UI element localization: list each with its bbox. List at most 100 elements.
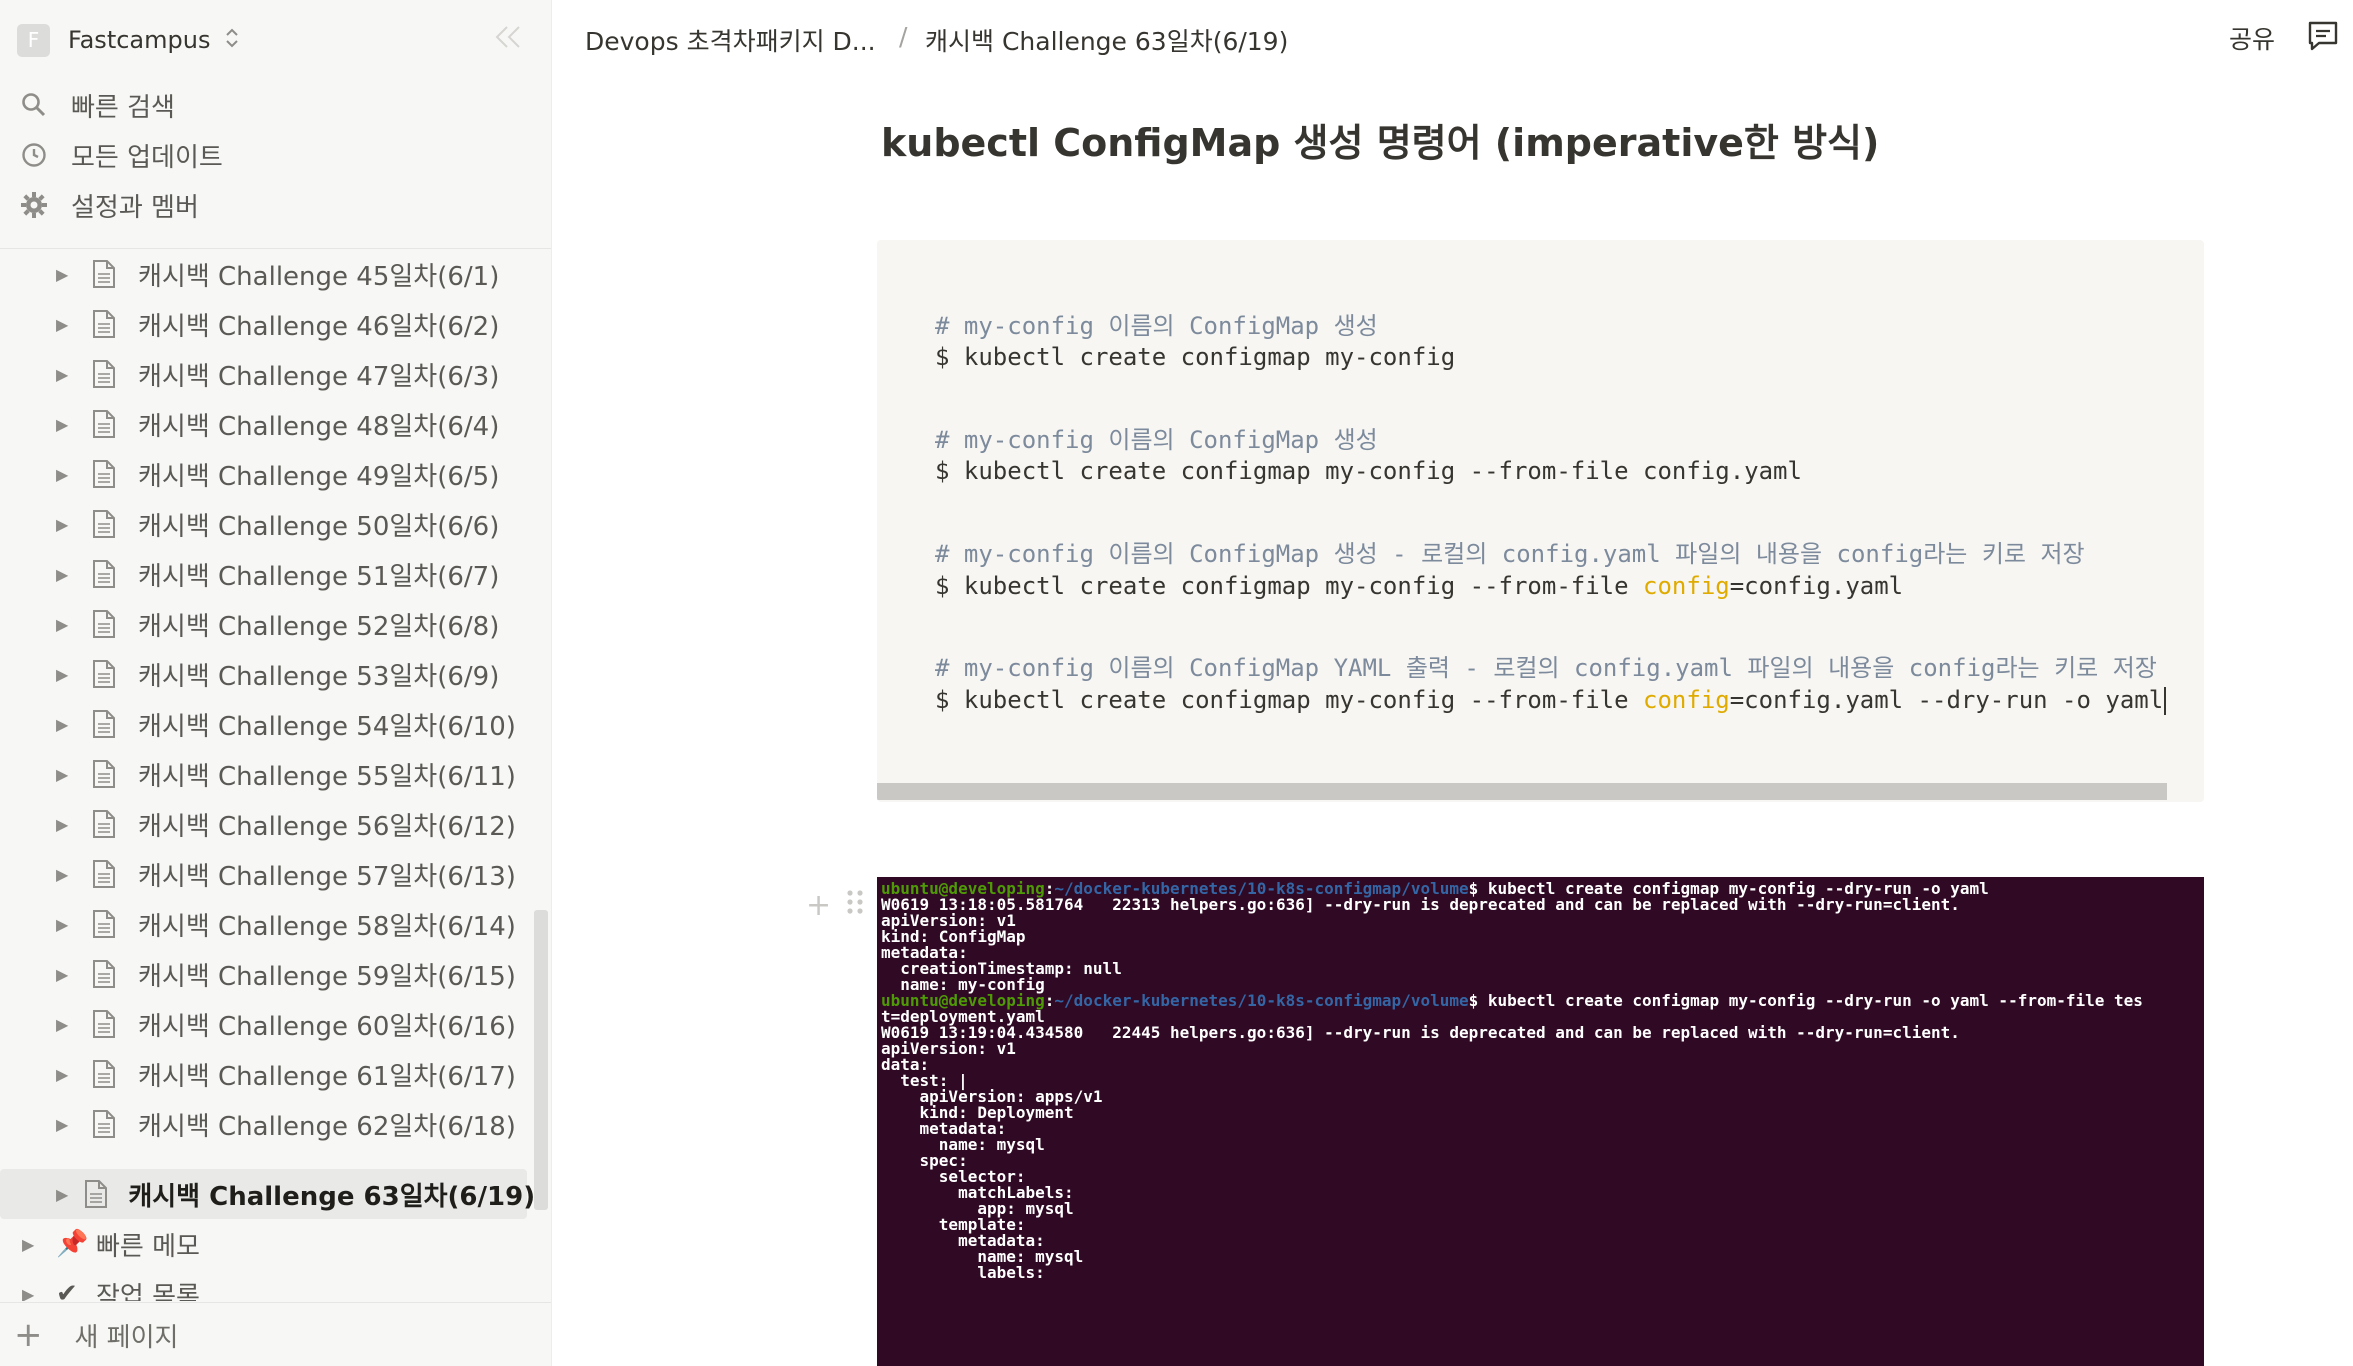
workspace-avatar: F <box>17 23 50 57</box>
page-item[interactable]: ▶ 캐시백 Challenge 47일차(6/3) <box>0 349 527 399</box>
page-item-label: 캐시백 Challenge 46일차(6/2) <box>138 311 500 342</box>
expand-caret-icon[interactable]: ▶ <box>56 365 76 384</box>
code-keyword: config <box>1643 572 1730 600</box>
expand-caret-icon[interactable]: ▶ <box>56 565 76 584</box>
page-item[interactable]: ▶ 캐시백 Challenge 49일차(6/5) <box>0 449 527 499</box>
page-item[interactable]: ▶ 캐시백 Challenge 45일차(6/1) <box>0 249 527 299</box>
page-item[interactable]: ▶ 캐시백 Challenge 55일차(6/11) <box>0 749 527 799</box>
share-button[interactable]: 공유 <box>2229 20 2275 56</box>
sidebar: F Fastcampus 빠른 검색 모든 업데이트 설정과 멤버 ▶ 캐시백 … <box>0 0 552 1366</box>
new-page-label: 새 페이지 <box>74 1322 179 1353</box>
page-item[interactable]: ▶ 캐시백 Challenge 56일차(6/12) <box>0 799 527 849</box>
code-line: $ kubectl create configmap my-config --f… <box>935 572 1903 600</box>
terminal-command: $ kubectl create configmap my-config --d… <box>1468 991 2143 1010</box>
expand-caret-icon[interactable]: ▶ <box>56 315 76 334</box>
page-item-label: 캐시백 Challenge 53일차(6/9) <box>138 661 500 692</box>
expand-caret-icon[interactable]: ▶ <box>56 665 76 684</box>
page-item-label: 캐시백 Challenge 63일차(6/19) <box>128 1181 536 1212</box>
page-item-label: 캐시백 Challenge 60일차(6/16) <box>138 1011 516 1042</box>
document-icon <box>92 509 118 539</box>
page-item-label: 캐시백 Challenge 56일차(6/12) <box>138 811 516 842</box>
add-block-icon[interactable]: + <box>806 888 831 923</box>
expand-caret-icon[interactable]: ▶ <box>56 1065 76 1084</box>
page-item[interactable]: ▶ 캐시백 Challenge 46일차(6/2) <box>0 299 527 349</box>
document-icon <box>92 1009 118 1039</box>
page-item[interactable]: ▶ 캐시백 Challenge 48일차(6/4) <box>0 399 527 449</box>
document-icon <box>92 459 118 489</box>
terminal-output-line: W0619 13:19:04.434580 22445 helpers.go:6… <box>881 1023 1960 1042</box>
chevron-updown-icon <box>224 26 240 55</box>
collapse-sidebar-icon[interactable] <box>493 24 523 57</box>
page-item[interactable]: ▶ 캐시백 Challenge 57일차(6/13) <box>0 849 527 899</box>
settings-members-item[interactable]: 설정과 멤버 <box>0 180 551 230</box>
workspace-switcher[interactable]: F Fastcampus <box>0 0 551 80</box>
expand-caret-icon[interactable]: ▶ <box>22 1285 42 1302</box>
document-icon <box>92 759 118 789</box>
code-block[interactable]: # my-config 이름의 ConfigMap 생성 $ kubectl c… <box>877 240 2204 802</box>
page-item[interactable]: ▶ 캐시백 Challenge 50일차(6/6) <box>0 499 527 549</box>
page-item[interactable]: ▶ 캐시백 Challenge 58일차(6/14) <box>0 899 527 949</box>
drag-handle-icon[interactable] <box>846 888 864 920</box>
sidebar-menu: 빠른 검색 모든 업데이트 설정과 멤버 <box>0 80 551 230</box>
code-horizontal-scrollbar[interactable] <box>877 783 2167 800</box>
text-cursor <box>2164 687 2167 715</box>
breadcrumb-separator: / <box>899 22 908 51</box>
expand-caret-icon[interactable]: ▶ <box>56 865 76 884</box>
page-item[interactable]: ▶ 캐시백 Challenge 59일차(6/15) <box>0 949 527 999</box>
root-page-item[interactable]: ▶ ✔ 작업 목록 <box>0 1269 527 1301</box>
expand-caret-icon[interactable]: ▶ <box>56 265 76 284</box>
expand-caret-icon[interactable]: ▶ <box>56 415 76 434</box>
expand-caret-icon[interactable]: ▶ <box>56 915 76 934</box>
expand-caret-icon[interactable]: ▶ <box>56 965 76 984</box>
page-item[interactable]: ▶ 캐시백 Challenge 54일차(6/10) <box>0 699 527 749</box>
settings-members-label: 설정과 멤버 <box>71 192 199 223</box>
document-icon <box>92 909 118 939</box>
expand-caret-icon[interactable]: ▶ <box>56 765 76 784</box>
page-item[interactable]: ▶ 캐시백 Challenge 61일차(6/17) <box>0 1049 527 1099</box>
expand-caret-icon[interactable]: ▶ <box>56 465 76 484</box>
code-text: =config.yaml --dry-run -o yaml <box>1729 686 2164 714</box>
expand-caret-icon[interactable]: ▶ <box>56 1015 76 1034</box>
code-line: $ kubectl create configmap my-config --f… <box>935 686 2167 715</box>
document-icon <box>92 409 118 439</box>
expand-caret-icon[interactable]: ▶ <box>56 1185 68 1204</box>
page-item-label: 캐시백 Challenge 49일차(6/5) <box>138 461 500 492</box>
expand-caret-icon[interactable]: ▶ <box>22 1235 42 1254</box>
code-text: $ kubectl create configmap my-config --f… <box>935 686 1644 714</box>
terminal-screenshot-image: ubuntu@developing:~/docker-kubernetes/10… <box>877 877 2204 1366</box>
page-item-label: 캐시백 Challenge 61일차(6/17) <box>138 1061 516 1092</box>
document-icon <box>92 709 118 739</box>
page-item[interactable]: ▶ 캐시백 Challenge 52일차(6/8) <box>0 599 527 649</box>
new-page-button[interactable]: + 새 페이지 <box>0 1302 551 1366</box>
breadcrumb-current[interactable]: 캐시백 Challenge 63일차(6/19) <box>925 22 1288 58</box>
sidebar-scrollbar-thumb[interactable] <box>534 910 548 1210</box>
terminal-colon: : <box>1044 991 1055 1010</box>
quick-search-item[interactable]: 빠른 검색 <box>0 80 551 130</box>
task-list-label: 작업 목록 <box>96 1281 200 1302</box>
page-item-active[interactable]: ▶ 캐시백 Challenge 63일차(6/19) <box>0 1169 535 1219</box>
expand-caret-icon[interactable]: ▶ <box>56 815 76 834</box>
comment-icon[interactable] <box>2305 18 2341 58</box>
page-item[interactable]: ▶ 캐시백 Challenge 53일차(6/9) <box>0 649 527 699</box>
expand-caret-icon[interactable]: ▶ <box>56 515 76 534</box>
page-item[interactable]: ▶ 캐시백 Challenge 60일차(6/16) <box>0 999 527 1049</box>
code-comment: # my-config 이름의 ConfigMap 생성 <box>935 426 1378 454</box>
search-icon <box>17 88 51 122</box>
document-icon <box>92 259 118 289</box>
document-icon <box>92 559 118 589</box>
document-icon <box>92 309 118 339</box>
breadcrumb-parent[interactable]: Devops 초격차패키지 D... <box>585 22 876 58</box>
terminal-output-line: W0619 13:18:05.581764 22313 helpers.go:6… <box>881 895 1960 914</box>
root-page-item[interactable]: ▶ 📌 빠른 메모 <box>0 1219 527 1269</box>
page-item-label: 캐시백 Challenge 62일차(6/18) <box>138 1111 516 1142</box>
page-item[interactable]: ▶ 캐시백 Challenge 62일차(6/18) <box>0 1099 527 1149</box>
code-line: $ kubectl create configmap my-config --f… <box>935 457 1802 485</box>
page-item[interactable]: ▶ 캐시백 Challenge 51일차(6/7) <box>0 549 527 599</box>
all-updates-item[interactable]: 모든 업데이트 <box>0 130 551 180</box>
expand-caret-icon[interactable]: ▶ <box>56 615 76 634</box>
expand-caret-icon[interactable]: ▶ <box>56 1115 76 1134</box>
page-heading[interactable]: kubectl ConfigMap 생성 명령어 (imperative한 방식… <box>881 112 1879 167</box>
code-keyword: config <box>1643 686 1730 714</box>
document-icon <box>92 859 118 889</box>
expand-caret-icon[interactable]: ▶ <box>56 715 76 734</box>
